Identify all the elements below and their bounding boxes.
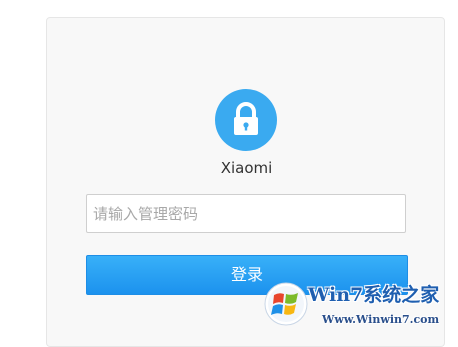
watermark-title: Win7系统之家 (308, 284, 440, 306)
watermark-url: Www.Winwin7.com (322, 313, 440, 326)
windows-logo-icon (264, 282, 308, 326)
password-input[interactable] (86, 194, 406, 233)
lock-icon (215, 89, 277, 151)
site-watermark: Win7系统之家 Www.Winwin7.com (262, 280, 458, 333)
router-name: Xiaomi (220, 159, 273, 177)
